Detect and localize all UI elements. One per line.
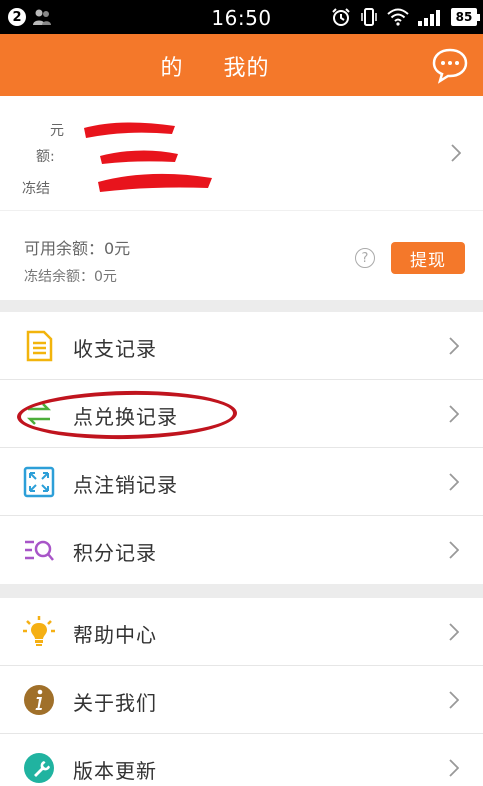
status-icons: 85: [331, 7, 480, 27]
account-line-3: 冻结: [22, 181, 50, 197]
account-line-2: 额:: [36, 149, 55, 165]
chevron-right-icon: [449, 337, 459, 355]
wifi-icon: [387, 8, 409, 26]
frozen-balance: 冻结余额：0元: [24, 269, 117, 285]
menu-label: 点兑换记录: [73, 405, 178, 429]
chevron-right-icon: [449, 405, 459, 423]
menu-item-version-update[interactable]: 版本更新: [0, 734, 483, 786]
menu-label: 关于我们: [73, 691, 157, 715]
chevron-right-icon: [449, 623, 459, 641]
info-icon: [24, 685, 54, 715]
menu-item-help-center[interactable]: 帮助中心: [0, 598, 483, 666]
menu-item-about-us[interactable]: 关于我们: [0, 666, 483, 734]
wrench-icon: [24, 753, 54, 783]
vibrate-icon: [361, 8, 377, 26]
expand-icon: [23, 466, 55, 498]
available-balance: 可用余额：0元: [24, 239, 131, 258]
menu-label: 版本更新: [73, 759, 157, 783]
menu-label: 点注销记录: [73, 473, 178, 497]
records-menu: 收支记录 点兑换记录 点注销记录 积分记录: [0, 312, 483, 584]
balance-card: 可用余额：0元 冻结余额：0元 ? 提现: [0, 210, 483, 300]
signal-icon: [418, 10, 440, 26]
status-bar: 2 16:50 85: [0, 0, 483, 34]
menu-item-points-cancel[interactable]: 点注销记录: [0, 448, 483, 516]
document-icon: [26, 330, 53, 362]
alarm-icon: [332, 8, 350, 26]
account-card[interactable]: 元 额: 冻结: [0, 96, 483, 210]
exchange-icon: [26, 403, 52, 425]
menu-item-income-expense[interactable]: 收支记录: [0, 312, 483, 380]
chevron-right-icon: [449, 473, 459, 491]
account-line-1: 元: [50, 123, 64, 139]
chevron-right-icon: [449, 691, 459, 709]
battery-indicator: 85: [451, 8, 480, 26]
redaction-scribble: [84, 122, 212, 192]
chevron-right-icon: [449, 541, 459, 559]
menu-label: 积分记录: [73, 541, 157, 565]
app-header: 的 我的: [0, 34, 483, 96]
lightbulb-icon: [23, 616, 55, 646]
menu-item-points-record[interactable]: 积分记录: [0, 516, 483, 584]
menu-label: 收支记录: [73, 337, 157, 361]
page-title-text: 我的: [223, 56, 270, 81]
page-title-prefix: 的: [160, 56, 184, 81]
menu-label: 帮助中心: [73, 623, 157, 647]
page-title: 的 我的: [0, 50, 430, 82]
withdraw-button[interactable]: 提现: [391, 242, 465, 274]
menu-item-points-exchange[interactable]: 点兑换记录: [0, 380, 483, 448]
message-icon[interactable]: [431, 46, 469, 84]
help-icon[interactable]: ?: [355, 248, 375, 268]
chevron-right-icon: [451, 144, 461, 162]
chevron-right-icon: [449, 759, 459, 777]
search-list-icon: [25, 540, 54, 561]
info-menu: 帮助中心 关于我们 版本更新: [0, 598, 483, 786]
